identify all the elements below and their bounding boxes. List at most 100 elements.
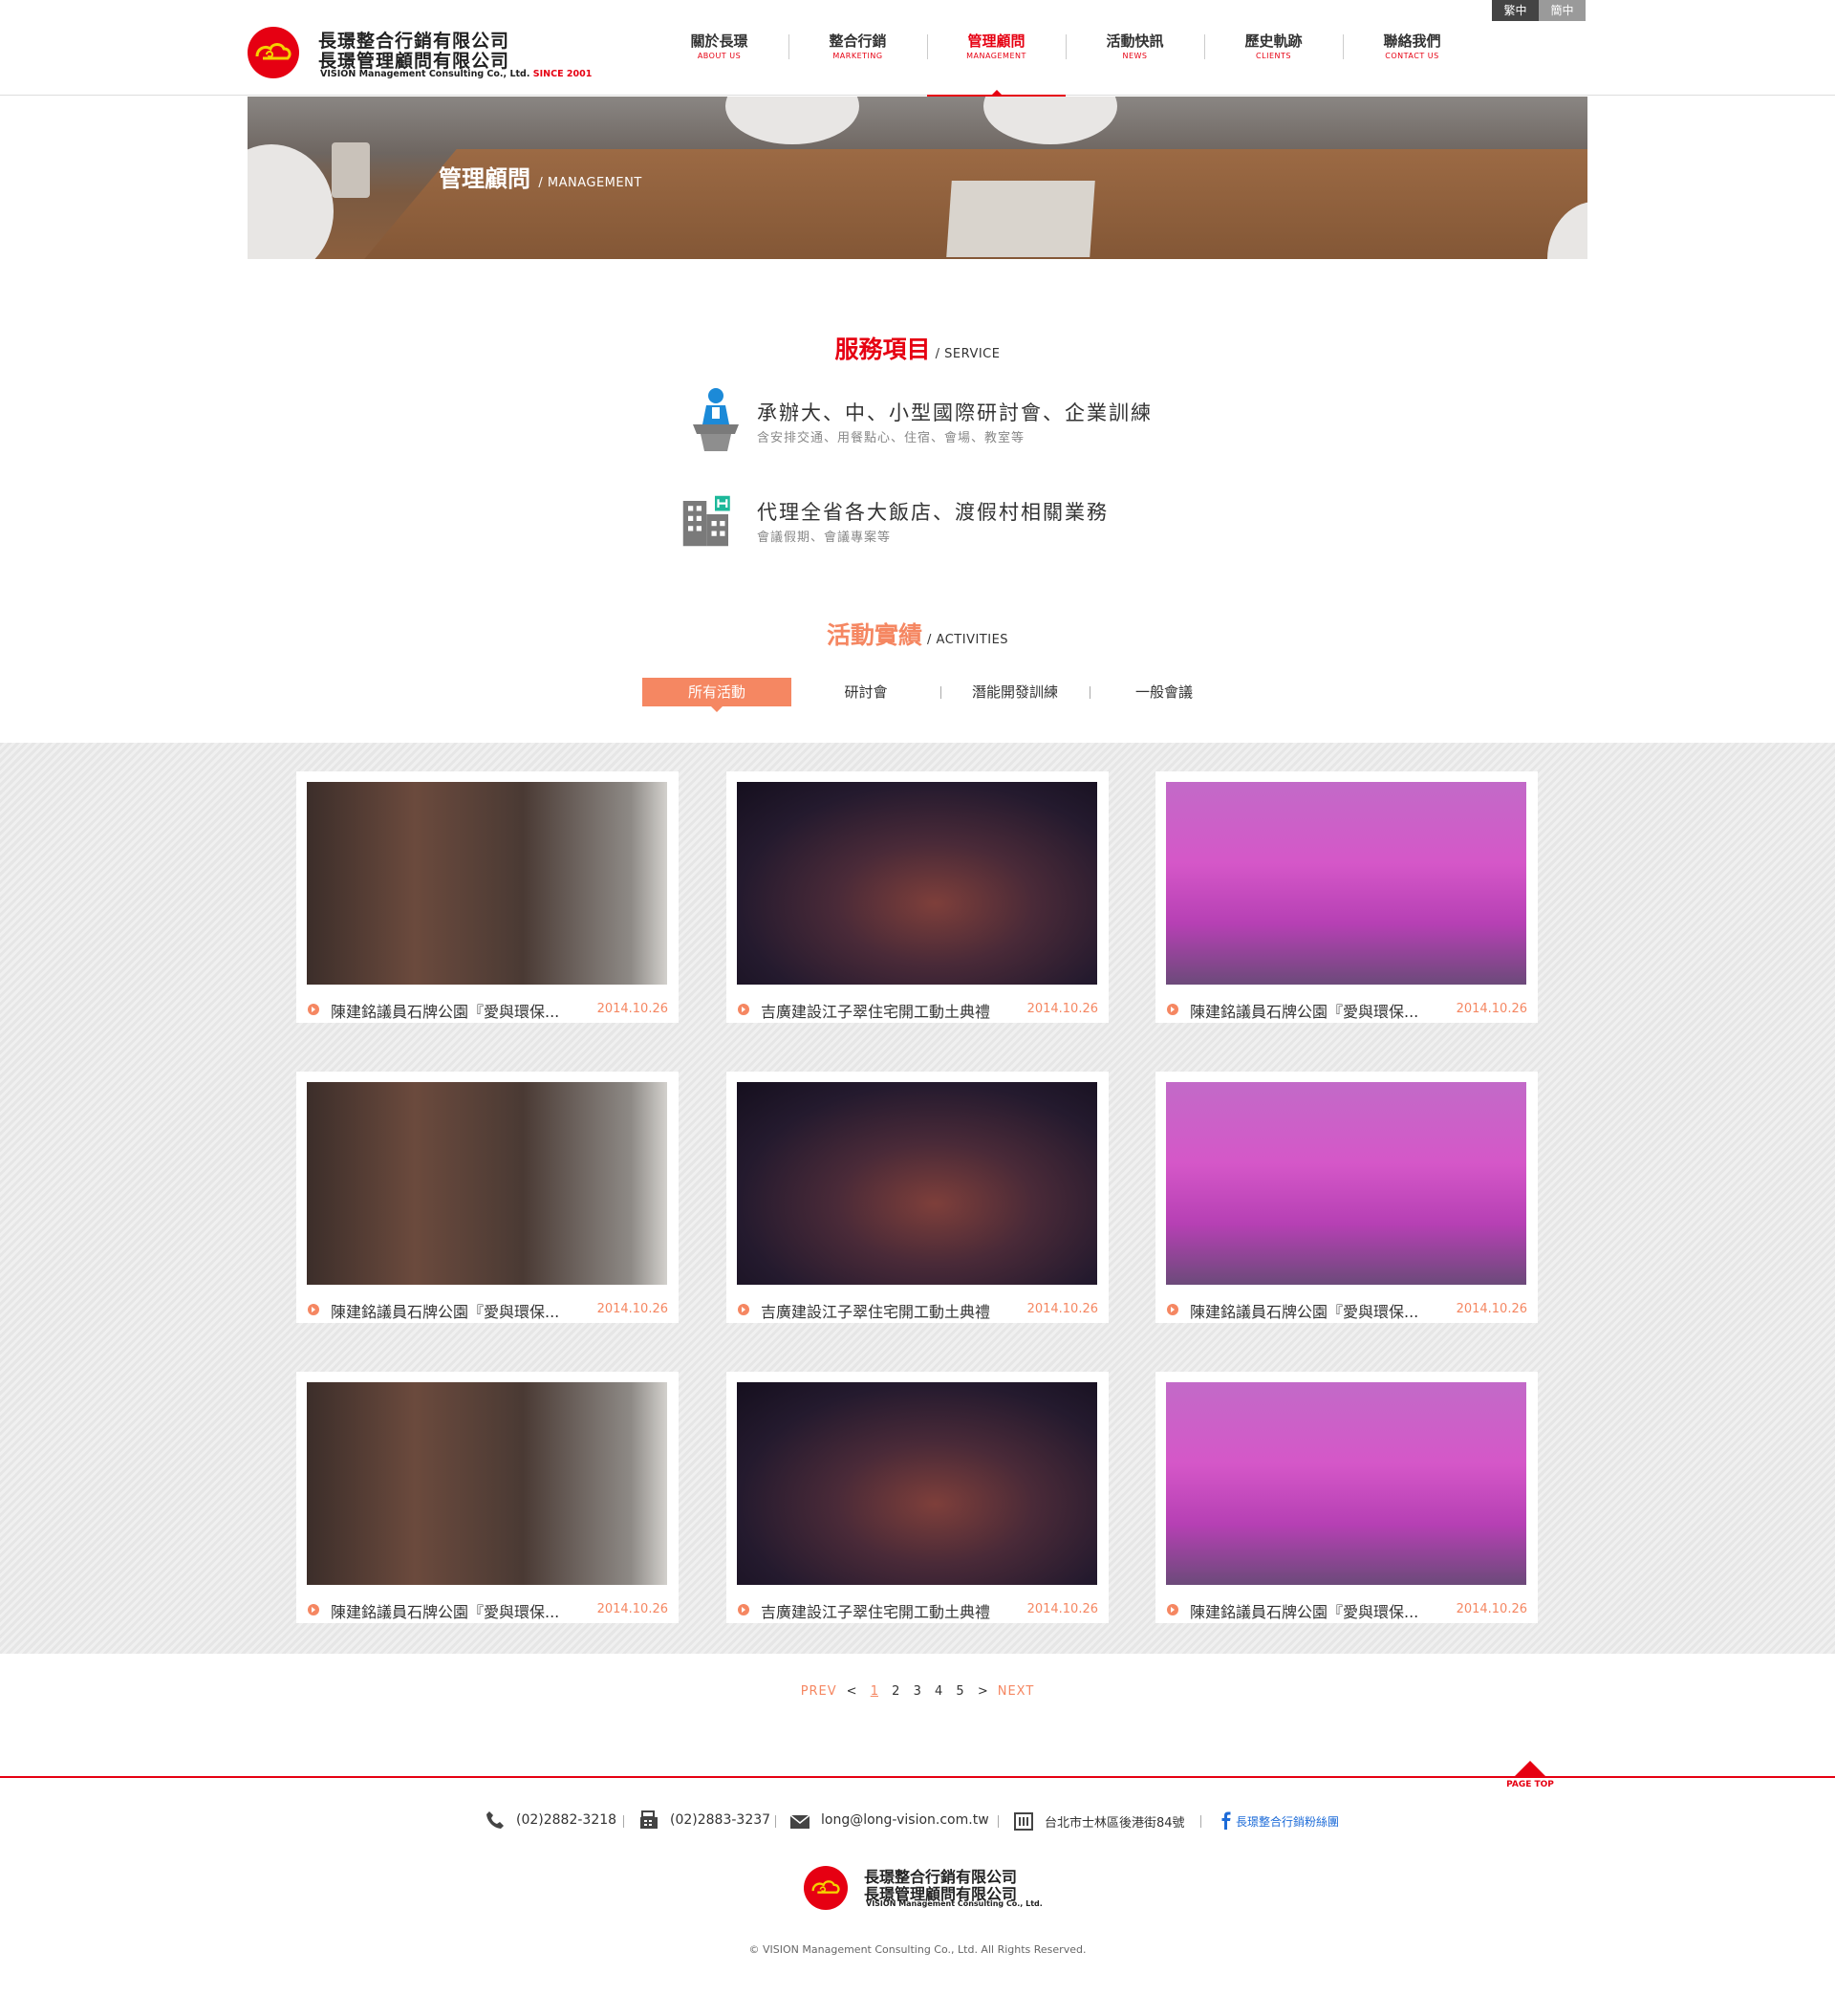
nav-label-en: MANAGEMENT [966, 52, 1026, 60]
activity-title[interactable]: 陳建銘議員石牌公園『愛與環保... [1190, 1299, 1440, 1322]
page-top-button[interactable]: PAGE TOP [1500, 1761, 1560, 1789]
activities-heading: 活動實績 / ACTIVITIES [0, 617, 1835, 651]
service-item: 代理全省各大飯店、渡假村相關業務 會議假期、會議專案等 [681, 486, 1178, 562]
service-description: 會議假期、會議專案等 [757, 531, 892, 545]
page-title-zh: 管理顧問 [439, 165, 530, 192]
prev-arrow[interactable]: < [847, 1684, 857, 1699]
page-link-2[interactable]: 2 [892, 1684, 899, 1699]
activity-card[interactable]: 陳建銘議員石牌公園『愛與環保... 2014.10.26 [1155, 771, 1538, 1023]
page-title: 管理顧問 / MANAGEMENT [439, 160, 642, 193]
contact-divider [623, 1815, 624, 1828]
activity-date: 2014.10.26 [1026, 1302, 1098, 1316]
activity-card[interactable]: 吉廣建設江子翠住宅開工動土典禮 2014.10.26 [726, 771, 1109, 1023]
activity-date: 2014.10.26 [1456, 1602, 1527, 1616]
nav-management[interactable]: 管理顧問 MANAGEMENT [927, 0, 1066, 97]
activity-card[interactable]: 陳建銘議員石牌公園『愛與環保... 2014.10.26 [1155, 1372, 1538, 1623]
banner-chair [248, 144, 334, 259]
lang-simplified-button[interactable]: 簡中 [1539, 0, 1586, 21]
activity-title[interactable]: 吉廣建設江子翠住宅開工動土典禮 [761, 1299, 1011, 1322]
tab-all-activities[interactable]: 所有活動 [642, 678, 791, 712]
company-logo[interactable]: 長璟整合行銷有限公司 長璟管理顧問有限公司 VISION Management … [248, 25, 592, 82]
hotel-building-icon [682, 495, 730, 547]
activity-date: 2014.10.26 [1026, 1002, 1098, 1016]
logo-since: SINCE 2001 [532, 69, 593, 79]
activity-photo-stage-performers[interactable] [1166, 1082, 1526, 1285]
arrow-bullet-icon [1167, 1304, 1178, 1315]
logo-company-english: VISION Management Consulting Co., Ltd. S… [320, 69, 592, 79]
nav-divider [788, 34, 789, 59]
activity-photo-banquet-table[interactable] [737, 1382, 1097, 1585]
next-arrow[interactable]: > [978, 1684, 988, 1699]
service-title: 承辦大、中、小型國際研討會、企業訓練 [757, 401, 1153, 424]
footer-company-english: VISION Management Consulting Co., Ltd. [866, 1899, 1043, 1908]
nav-contact[interactable]: 聯絡我們 CONTACT US [1343, 0, 1481, 96]
banner-paper [946, 181, 1095, 257]
activity-photo-stage-performers[interactable] [1166, 1382, 1526, 1585]
footer-logo: 長璟整合行銷有限公司 長璟管理顧問有限公司 VISION Management … [804, 1864, 1052, 1912]
activity-card[interactable]: 陳建銘議員石牌公園『愛與環保... 2014.10.26 [296, 1072, 679, 1323]
banner-chair [983, 97, 1117, 144]
tab-general-meeting[interactable]: 一般會議 [1090, 678, 1239, 706]
nav-label: 整合行銷 [829, 33, 887, 50]
activities-title-en: / ACTIVITIES [927, 633, 1009, 647]
activity-card[interactable]: 陳建銘議員石牌公園『愛與環保... 2014.10.26 [296, 771, 679, 1023]
activity-photo-banquet-table[interactable] [737, 1082, 1097, 1285]
page-link-5[interactable]: 5 [956, 1684, 963, 1699]
page-link-1[interactable]: 1 [871, 1684, 878, 1699]
arrow-bullet-icon [1167, 1604, 1178, 1615]
contact-divider [998, 1815, 999, 1828]
facebook-fanpage-link[interactable]: 長璟整合行銷粉絲團 [1236, 1813, 1339, 1830]
cloud-logo-icon [248, 27, 299, 78]
page: 長璟整合行銷有限公司 長璟管理顧問有限公司 VISION Management … [0, 0, 1835, 2016]
page-link-4[interactable]: 4 [935, 1684, 942, 1699]
arrow-bullet-icon [738, 1004, 749, 1015]
nav-clients[interactable]: 歷史軌跡 CLIENTS [1204, 0, 1343, 96]
activity-title[interactable]: 陳建銘議員石牌公園『愛與環保... [331, 1599, 581, 1622]
activity-title[interactable]: 陳建銘議員石牌公園『愛與環保... [1190, 1599, 1440, 1622]
nav-label-en: MARKETING [832, 52, 883, 60]
nav-about[interactable]: 關於長璟 ABOUT US [650, 0, 788, 96]
activity-title[interactable]: 陳建銘議員石牌公園『愛與環保... [331, 1299, 581, 1322]
nav-marketing[interactable]: 整合行銷 MARKETING [788, 0, 927, 96]
activity-photo-poster-wall[interactable] [307, 1082, 667, 1285]
tab-seminar[interactable]: 研討會 [791, 678, 940, 706]
activity-photo-poster-wall[interactable] [307, 782, 667, 985]
arrow-up-icon [1515, 1761, 1545, 1776]
service-title-en: / SERVICE [935, 347, 1001, 361]
activity-title[interactable]: 陳建銘議員石牌公園『愛與環保... [331, 999, 581, 1022]
language-switch: 繁中 簡中 [1492, 0, 1586, 21]
tab-divider [940, 686, 941, 699]
activity-title[interactable]: 吉廣建設江子翠住宅開工動土典禮 [761, 999, 1011, 1022]
arrow-bullet-icon [1167, 1004, 1178, 1015]
nav-label-en: CONTACT US [1385, 52, 1439, 60]
activity-photo-poster-wall[interactable] [307, 1382, 667, 1585]
page-title-en: / MANAGEMENT [538, 176, 642, 190]
phone-number: (02)2882-3218 [516, 1812, 617, 1828]
activity-card[interactable]: 吉廣建設江子翠住宅開工動土典禮 2014.10.26 [726, 1372, 1109, 1623]
prev-page-link[interactable]: PREV [801, 1684, 837, 1699]
next-page-link[interactable]: NEXT [998, 1684, 1035, 1699]
nav-news[interactable]: 活動快訊 NEWS [1066, 0, 1204, 96]
building-icon [1014, 1812, 1033, 1831]
lecturer-podium-icon [693, 388, 739, 451]
activity-card[interactable]: 陳建銘議員石牌公園『愛與環保... 2014.10.26 [1155, 1072, 1538, 1323]
activity-photo-banquet-table[interactable] [737, 782, 1097, 985]
arrow-bullet-icon [308, 1604, 319, 1615]
activity-photo-stage-performers[interactable] [1166, 782, 1526, 985]
nav-divider [1343, 34, 1344, 59]
activity-card[interactable]: 吉廣建設江子翠住宅開工動土典禮 2014.10.26 [726, 1072, 1109, 1323]
service-description: 含安排交通、用餐點心、住宿、會場、教室等 [757, 431, 1025, 445]
main-nav: 關於長璟 ABOUT US 整合行銷 MARKETING 管理顧問 MANAGE… [650, 0, 1481, 97]
contact-divider [775, 1815, 776, 1828]
logo-english-name: VISION Management Consulting Co., Ltd. [320, 69, 530, 79]
activity-card[interactable]: 陳建銘議員石牌公園『愛與環保... 2014.10.26 [296, 1372, 679, 1623]
email-address[interactable]: long@long-vision.com.tw [821, 1812, 989, 1828]
site-header: 長璟整合行銷有限公司 長璟管理顧問有限公司 VISION Management … [0, 0, 1835, 97]
lang-traditional-button[interactable]: 繁中 [1492, 0, 1539, 21]
tab-potential-training[interactable]: 潛能開發訓練 [940, 678, 1090, 706]
page-link-3[interactable]: 3 [914, 1684, 921, 1699]
activity-title[interactable]: 陳建銘議員石牌公園『愛與環保... [1190, 999, 1440, 1022]
nav-label: 關於長璟 [690, 33, 748, 50]
activity-title[interactable]: 吉廣建設江子翠住宅開工動土典禮 [761, 1599, 1011, 1622]
nav-label: 歷史軌跡 [1244, 33, 1303, 50]
